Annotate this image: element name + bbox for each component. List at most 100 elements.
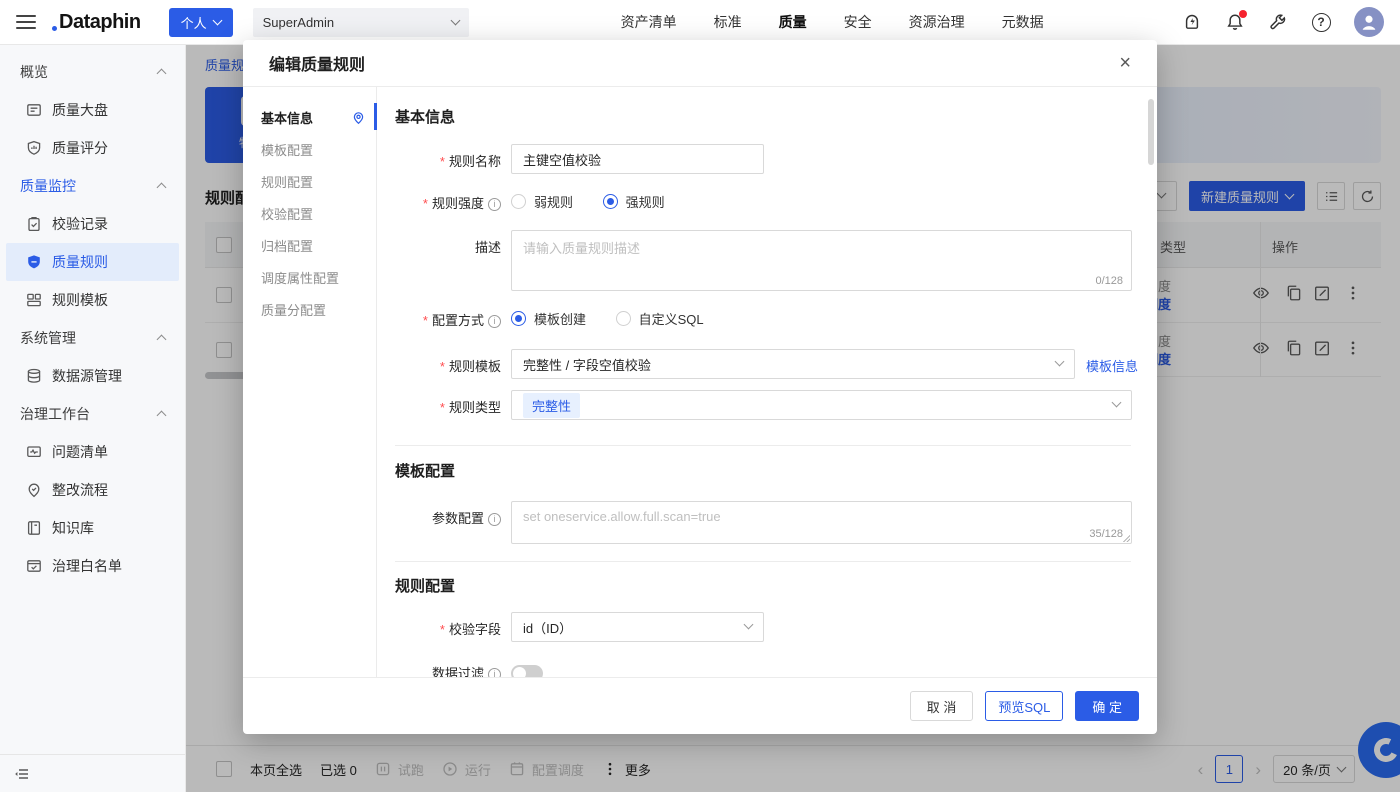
modal-nav-basic-info[interactable]: 基本信息 (243, 101, 376, 133)
chevron-up-icon (157, 69, 167, 79)
top-nav-security[interactable]: 安全 (844, 12, 872, 32)
sidebar-item-quality-dashboard[interactable]: 质量大盘 (6, 91, 179, 129)
param-config-value: set oneservice.allow.full.scan=true (523, 509, 721, 524)
tools-wrench-icon[interactable] (1268, 12, 1288, 32)
sidebar-item-governance-whitelist[interactable]: 治理白名单 (6, 547, 179, 585)
chevron-down-icon (1112, 398, 1122, 408)
modal-nav-template-config[interactable]: 模板配置 (243, 133, 376, 165)
rule-type-tag: 完整性 (523, 393, 580, 418)
char-counter: 35/128 (1089, 528, 1123, 540)
top-nav-resource-governance[interactable]: 资源治理 (909, 12, 965, 32)
app-logo: Dataphin (52, 11, 141, 34)
radio-checked-icon (511, 311, 526, 326)
description-textarea[interactable]: 请输入质量规则描述 0/128 (511, 230, 1132, 291)
top-nav: 资产清单 标准 质量 安全 资源治理 元数据 (621, 12, 1044, 32)
rule-template-select[interactable]: 完整性 / 字段空值校验 (511, 349, 1075, 379)
menu-icon[interactable] (16, 15, 36, 29)
topbar: Dataphin 个人 SuperAdmin 资产清单 标准 质量 安全 资源治… (0, 0, 1400, 45)
user-avatar[interactable] (1354, 7, 1384, 37)
collapse-icon (14, 766, 30, 782)
top-nav-standard[interactable]: 标准 (714, 12, 742, 32)
tenant-select[interactable]: SuperAdmin (253, 8, 469, 37)
data-filter-label: 数据过滤i (395, 660, 501, 677)
radio-icon (511, 194, 526, 209)
info-icon: i (488, 315, 501, 328)
quota-lightning-icon[interactable] (1182, 12, 1202, 32)
notifications-bell-icon[interactable] (1225, 12, 1245, 32)
close-icon[interactable]: × (1119, 53, 1131, 73)
sidebar-section-overview[interactable]: 概览 (0, 53, 185, 91)
modal-nav-schedule-config[interactable]: 调度属性配置 (243, 261, 376, 293)
sidebar: 概览 质量大盘 质量评分 质量监控 校验记录 质量规则 规则模板 系统管理 数据… (0, 45, 186, 792)
modal-footer: 取 消 预览SQL 确 定 (243, 677, 1157, 734)
collapse-sidebar-button[interactable] (0, 754, 185, 792)
sidebar-section-governance-workbench[interactable]: 治理工作台 (0, 395, 185, 433)
sidebar-item-check-records[interactable]: 校验记录 (6, 205, 179, 243)
cancel-button[interactable]: 取 消 (910, 691, 974, 721)
check-field-select[interactable]: id（ID） (511, 612, 764, 642)
logo-dot-icon (52, 26, 57, 31)
chevron-down-icon (1055, 357, 1065, 367)
chevron-down-icon (744, 620, 754, 630)
sidebar-item-quality-score[interactable]: 质量评分 (6, 129, 179, 167)
modal-nav-check-config[interactable]: 校验配置 (243, 197, 376, 229)
description-placeholder: 请输入质量规则描述 (523, 241, 640, 256)
top-nav-quality[interactable]: 质量 (779, 12, 807, 32)
rule-name-input[interactable]: 主键空值校验 (511, 144, 764, 174)
modal-nav-score-config[interactable]: 质量分配置 (243, 293, 376, 325)
modal-nav-archive-config[interactable]: 归档配置 (243, 229, 376, 261)
section-template-config: 模板配置 (395, 460, 1131, 481)
modal-scrollbar[interactable] (1148, 99, 1154, 165)
radio-strong-rule[interactable]: 强规则 (603, 192, 665, 211)
edit-quality-rule-modal: 编辑质量规则 × 基本信息 模板配置 规则配置 校验配置 归档配置 调度属性配置… (243, 40, 1157, 734)
template-info-link[interactable]: 模板信息 (1086, 349, 1138, 375)
chevron-down-icon (450, 16, 460, 26)
sidebar-item-knowledge-base[interactable]: 知识库 (6, 509, 179, 547)
sidebar-section-system-management[interactable]: 系统管理 (0, 319, 185, 357)
shield-rule-icon (26, 254, 42, 270)
section-basic-info: 基本信息 (395, 106, 1131, 127)
sidebar-item-issue-list[interactable]: 问题清单 (6, 433, 179, 471)
param-config-label: 参数配置i (395, 501, 501, 527)
chevron-up-icon (157, 183, 167, 193)
section-divider (395, 561, 1131, 562)
config-mode-label: *配置方式i (395, 307, 501, 329)
rule-type-select[interactable]: 完整性 (511, 390, 1132, 420)
top-nav-asset-list[interactable]: 资产清单 (621, 12, 677, 32)
logo-text: Dataphin (59, 11, 141, 34)
notification-badge (1239, 10, 1247, 18)
sidebar-item-rule-templates[interactable]: 规则模板 (6, 281, 179, 319)
modal-nav-rule-config[interactable]: 规则配置 (243, 165, 376, 197)
info-icon: i (488, 198, 501, 211)
sidebar-item-rectify-flow[interactable]: 整改流程 (6, 471, 179, 509)
dashboard-icon (26, 102, 42, 118)
monitor-pulse-icon (26, 444, 42, 460)
pin-check-icon (26, 482, 42, 498)
modal-title: 编辑质量规则 (269, 51, 365, 75)
workspace-switcher-button[interactable]: 个人 (169, 8, 233, 37)
tray-check-icon (26, 558, 42, 574)
rule-type-label: *规则类型 (395, 390, 501, 416)
rule-template-label: *规则模板 (395, 349, 501, 375)
ok-button[interactable]: 确 定 (1075, 691, 1139, 721)
radio-icon (616, 311, 631, 326)
sidebar-item-quality-rules[interactable]: 质量规则 (6, 243, 179, 281)
section-rule-config: 规则配置 (395, 575, 1131, 596)
check-field-label: *校验字段 (395, 612, 501, 638)
radio-custom-sql[interactable]: 自定义SQL (616, 309, 704, 328)
preview-sql-button[interactable]: 预览SQL (985, 691, 1063, 721)
param-config-textarea[interactable]: set oneservice.allow.full.scan=true 35/1… (511, 501, 1132, 544)
radio-template-create[interactable]: 模板创建 (511, 309, 586, 328)
help-icon[interactable]: ? (1311, 12, 1331, 32)
topbar-icons: ? (1182, 7, 1384, 37)
data-filter-toggle[interactable] (511, 665, 543, 677)
description-label: 描述 (395, 230, 501, 256)
chevron-up-icon (157, 411, 167, 421)
top-nav-metadata[interactable]: 元数据 (1002, 12, 1044, 32)
location-pin-icon (351, 110, 366, 125)
chevron-up-icon (157, 335, 167, 345)
chevron-down-icon (212, 16, 222, 26)
radio-weak-rule[interactable]: 弱规则 (511, 192, 573, 211)
sidebar-section-quality-monitoring[interactable]: 质量监控 (0, 167, 185, 205)
sidebar-item-datasource-management[interactable]: 数据源管理 (6, 357, 179, 395)
